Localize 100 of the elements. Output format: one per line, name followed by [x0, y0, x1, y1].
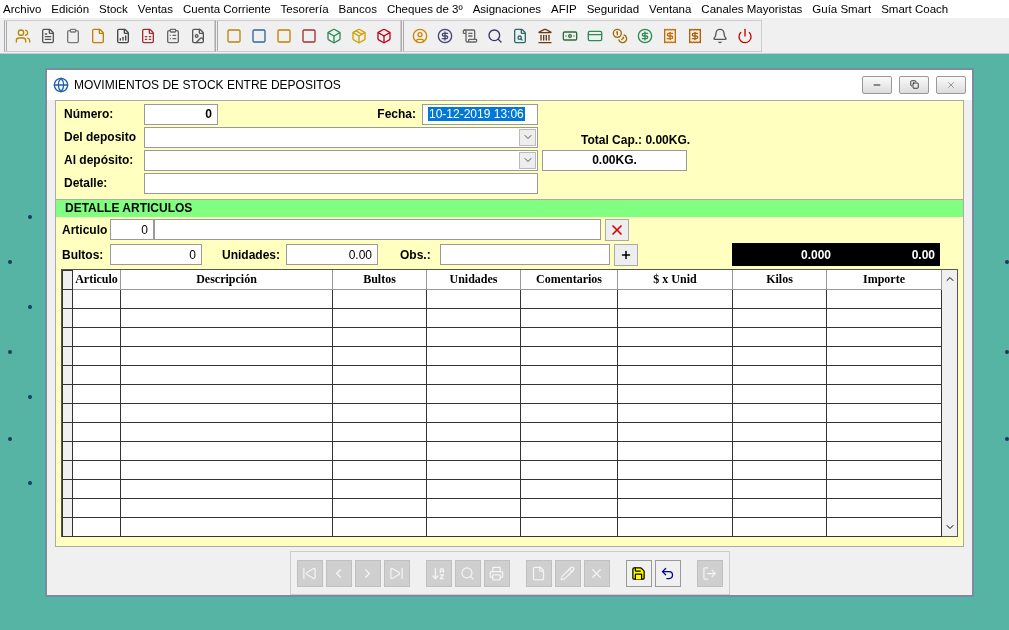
menu-item[interactable]: Asignaciones	[472, 3, 542, 15]
minimize-button[interactable]	[862, 75, 892, 94]
clipboard-icon	[65, 27, 81, 44]
sort-icon	[431, 565, 446, 581]
dropdown-field[interactable]	[144, 149, 538, 171]
menu-item[interactable]: Seguridad	[586, 3, 640, 15]
field-label: Bultos:	[62, 247, 105, 262]
printer-icon	[489, 565, 504, 581]
delete-button[interactable]	[605, 218, 629, 241]
dropdown-field[interactable]	[144, 126, 538, 148]
close-icon	[946, 79, 956, 90]
square-icon	[226, 27, 242, 44]
power-icon	[737, 27, 753, 44]
menu-item[interactable]: Edición	[51, 3, 90, 15]
background-dot	[28, 481, 32, 485]
menu-item[interactable]: Stock	[99, 3, 128, 15]
section-header: DETALLE ARTICULOS	[56, 198, 963, 217]
dropdown-button[interactable]	[519, 128, 536, 146]
total-capacity-text: Total Cap.: 0.00KG.	[581, 133, 691, 148]
total-value: 0.00	[910, 247, 936, 262]
receipt-icon	[662, 27, 678, 44]
last-icon	[389, 565, 404, 581]
date-field[interactable]: 10-12-2019 13:06	[422, 103, 538, 125]
menu-item[interactable]: AFIP	[551, 3, 577, 15]
package-icon	[351, 27, 367, 44]
spreadsheet-icon	[140, 27, 156, 44]
vertical-scrollbar[interactable]	[942, 269, 957, 536]
add-button[interactable]	[614, 243, 638, 266]
background-dot	[1005, 350, 1009, 354]
column-header[interactable]: Descripción	[120, 270, 333, 290]
report-icon	[115, 27, 131, 44]
pencil-icon	[560, 565, 575, 581]
users-icon	[15, 27, 31, 44]
weight-field: 0.00KG.	[542, 149, 687, 171]
dropdown-button[interactable]	[519, 151, 536, 169]
menu-item[interactable]: Guía Smart	[812, 3, 872, 15]
document-icon	[531, 565, 546, 581]
save-button[interactable]	[625, 559, 652, 587]
field-label: Fecha:	[377, 107, 416, 122]
menu-item[interactable]: Smart Coach	[881, 3, 949, 15]
menu-item[interactable]: Archivo	[3, 3, 42, 15]
clipboard-list-icon	[165, 27, 181, 44]
background-dot	[28, 395, 32, 399]
article-description-field[interactable]	[154, 219, 601, 241]
file-icon	[90, 27, 106, 44]
column-header[interactable]: $ x Unid	[617, 270, 733, 290]
user-icon	[412, 27, 428, 44]
document-icon	[40, 27, 56, 44]
box-icon	[326, 27, 342, 44]
save-icon	[631, 565, 646, 581]
total-value: 0.000	[799, 247, 832, 262]
detail-field[interactable]	[144, 172, 538, 194]
menu-item[interactable]: Tesorería	[280, 3, 329, 15]
article-code-field[interactable]: 0	[110, 219, 154, 241]
field-label: Articulo	[62, 222, 106, 237]
background-dot	[8, 350, 12, 354]
coins-icon	[612, 27, 628, 44]
restore-icon	[909, 80, 919, 90]
undo-icon	[660, 565, 675, 581]
search-icon	[487, 27, 503, 44]
bank-icon	[537, 27, 553, 44]
plus-icon	[620, 248, 632, 261]
column-header[interactable]: Importe	[826, 270, 942, 290]
coin-icon	[437, 27, 453, 44]
globe-icon	[53, 76, 69, 93]
background-dot	[1005, 437, 1009, 441]
field-label: Detalle:	[64, 176, 109, 191]
menu-item[interactable]: Canales Mayoristas	[701, 3, 803, 15]
observations-field[interactable]	[440, 244, 610, 266]
background-dot	[1005, 260, 1009, 264]
field-label: Unidades:	[222, 247, 281, 262]
exit-icon	[702, 565, 717, 581]
menu-item[interactable]: Cheques de 3º	[386, 3, 463, 15]
background-dot	[8, 437, 12, 441]
file-image-icon	[190, 27, 206, 44]
close-button[interactable]	[936, 75, 966, 94]
coin-icon	[637, 27, 653, 44]
bultos-field[interactable]: 0	[110, 244, 202, 266]
column-header[interactable]: Articulo	[72, 270, 121, 290]
box-icon	[376, 27, 392, 44]
field-label: Del deposito	[64, 130, 137, 145]
receipt-icon	[687, 27, 703, 44]
menu-item[interactable]: Bancos	[338, 3, 377, 15]
background-dot	[8, 260, 12, 264]
square-icon	[276, 27, 292, 44]
menu-item[interactable]: Ventana	[649, 3, 692, 15]
column-header[interactable]: Unidades	[426, 270, 521, 290]
square-icon	[251, 27, 267, 44]
maximize-button[interactable]	[899, 75, 929, 94]
menu-item[interactable]: Ventas	[137, 3, 173, 15]
menu-item[interactable]: Cuenta Corriente	[183, 3, 271, 15]
column-header[interactable]: Comentarios	[520, 270, 618, 290]
undo-button[interactable]	[654, 559, 681, 587]
units-field[interactable]: 0.00	[286, 244, 378, 266]
column-header[interactable]: Bultos	[332, 270, 427, 290]
window-title: MOVIMIENTOS DE STOCK ENTRE DEPOSITOS	[74, 77, 342, 92]
scroll-icon	[462, 27, 478, 44]
number-field[interactable]: 0	[144, 103, 218, 125]
square-icon	[301, 27, 317, 44]
column-header[interactable]: Kilos	[732, 270, 827, 290]
